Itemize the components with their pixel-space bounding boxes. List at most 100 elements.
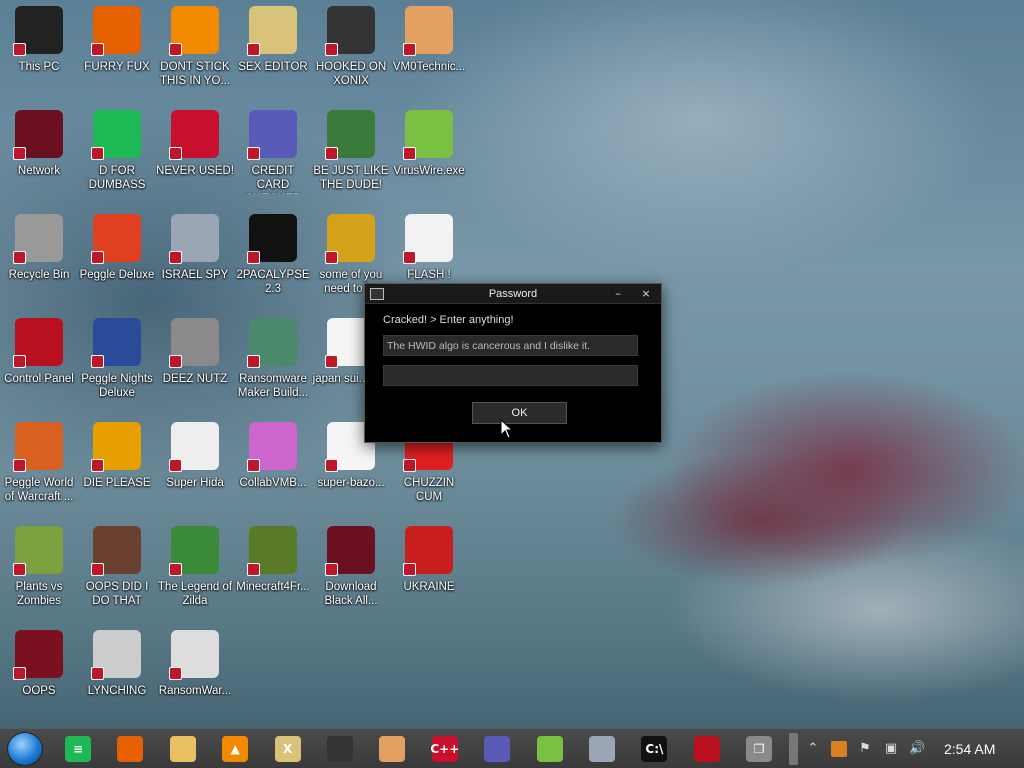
close-button[interactable]: × [637, 286, 655, 302]
desktop-icon[interactable]: DONT STICK THIS IN YO... [156, 6, 234, 106]
desktop-icon[interactable]: DIE PLEASE [78, 422, 156, 522]
tray-app-icon[interactable] [831, 741, 847, 757]
taskbar-control-panel-button[interactable] [687, 731, 727, 767]
desktop-icon[interactable]: RansomWar... [156, 630, 234, 730]
doctor-avatar-icon [379, 736, 406, 762]
taskbar-stacked-windows-button[interactable]: ❐ [739, 731, 779, 767]
clock[interactable]: 2:54 AM [944, 741, 995, 757]
limewire-icon [403, 110, 453, 160]
network-icon[interactable]: ▣ [883, 741, 899, 757]
desktop-icon[interactable]: 2PACALYPSE 2.3 [234, 214, 312, 314]
doctor-avatar-icon [403, 6, 453, 56]
pixel-cat-icon [169, 422, 219, 472]
skull-icon [169, 630, 219, 680]
desktop-icon[interactable]: Super Hida [156, 422, 234, 522]
shortcut-badge-icon [169, 355, 182, 368]
desktop-icon[interactable]: OOPS [0, 630, 78, 730]
desktop-icon[interactable]: VM0Technic... [390, 6, 468, 106]
taskbar-devcpp-button[interactable]: C++ [425, 731, 465, 767]
xonix-icon [325, 6, 375, 56]
desktop-icon[interactable]: BE JUST LIKE THE DUDE! [312, 110, 390, 210]
taskbar-firefox-button[interactable] [110, 731, 150, 767]
desktop-icon[interactable]: The Legend of Zilda [156, 526, 234, 626]
desktop-icon-label: D FOR DUMBASS [88, 165, 146, 191]
taskbar-vlc-cone-button[interactable]: ▲ [215, 731, 255, 767]
desktop-icon[interactable]: NEVER USED! [156, 110, 234, 210]
system-tray: ⌃ ⚑ ▣ 🔊 [800, 729, 930, 768]
desktop-icon[interactable]: Network [0, 110, 78, 210]
recycle-bin-icon [13, 214, 63, 264]
shortcut-badge-icon [13, 667, 26, 680]
desktop-icon-label: Network [17, 165, 61, 177]
shortcut-badge-icon [13, 563, 26, 576]
chevron-up-icon[interactable]: ⌃ [805, 741, 821, 757]
desktop-icon[interactable]: Ransomware Maker Build... [234, 318, 312, 418]
desktop-icon[interactable]: DEEZ NUTZ [156, 318, 234, 418]
desktop-icon[interactable]: Control Panel [0, 318, 78, 418]
desktop-icon[interactable]: HOOKED ON XONIX [312, 6, 390, 106]
desktop-icon[interactable]: FURRY FUX [78, 6, 156, 106]
spotify-like-icon: ≡ [65, 736, 91, 762]
taskbar-remote-desktop-button[interactable] [582, 731, 622, 767]
shortcut-badge-icon [325, 43, 338, 56]
dialog-prompt: Cracked! > Enter anything! [383, 314, 514, 326]
desktop-icon[interactable]: SEX EDITOR [234, 6, 312, 106]
desktop-icon-label: NEVER USED! [156, 165, 234, 177]
shortcut-badge-icon [169, 667, 182, 680]
shortcut-badge-icon [325, 147, 338, 160]
dialog-titlebar[interactable]: Password – × [365, 284, 661, 304]
desktop-icon[interactable]: Peggle Nights Deluxe [78, 318, 156, 418]
desktop-icon[interactable]: UKRAINE [390, 526, 468, 626]
desktop-icon[interactable]: Recycle Bin [0, 214, 78, 314]
desktop-icon-label: CREDIT CARD CHECKER [245, 165, 301, 194]
desktop-icon[interactable]: VirusWire.exe [390, 110, 468, 210]
stacked-windows-icon [169, 318, 219, 368]
desktop-icon[interactable]: This PC [0, 6, 78, 106]
desktop-icon-label: Super Hida [166, 477, 224, 489]
shortcut-badge-icon [403, 251, 416, 264]
taskbar-xonix-button[interactable] [320, 731, 360, 767]
start-button[interactable] [7, 732, 43, 766]
file-explorer-icon [169, 736, 196, 762]
desktop-icon-label: This PC [18, 61, 60, 73]
taskbar-spotify-like-button[interactable]: ≡ [58, 731, 98, 767]
vlc-cone-icon [169, 6, 219, 56]
password-input[interactable] [383, 365, 638, 386]
desktop-icon[interactable]: ISRAEL SPY [156, 214, 234, 314]
hwid-text-field[interactable]: The HWID algo is cancerous and I dislike… [383, 335, 638, 356]
shortcut-badge-icon [13, 251, 26, 264]
taskbar-doctor-avatar-button[interactable] [372, 731, 412, 767]
desktop-icon[interactable]: Minecraft4Fr... [234, 526, 312, 626]
desktop-icon[interactable]: Peggle World of Warcraft ... [0, 422, 78, 522]
taskbar-limewire-button[interactable] [530, 731, 570, 767]
desktop-icon[interactable]: D FOR DUMBASS [78, 110, 156, 210]
shortcut-badge-icon [247, 563, 260, 576]
minimize-button[interactable]: – [609, 286, 627, 302]
desktop-icon[interactable]: Plants vs Zombies [0, 526, 78, 626]
taskbar-credit-card-button[interactable] [477, 731, 517, 767]
minecraft-grass-icon [247, 526, 297, 576]
volume-icon[interactable]: 🔊 [909, 741, 925, 757]
shortcut-badge-icon [13, 355, 26, 368]
taskbar-resize-handle[interactable] [789, 733, 798, 765]
taskbar-terminal-button[interactable]: C:\ [634, 731, 674, 767]
desktop-icon[interactable]: LYNCHING [78, 630, 156, 730]
desktop-icon[interactable]: CollabVMB... [234, 422, 312, 522]
taskbar-hxd-editor-button[interactable]: X [268, 731, 308, 767]
desktop-icon-label: Ransomware Maker Build... [237, 373, 309, 399]
desktop-icon[interactable]: CREDIT CARD CHECKER [234, 110, 312, 210]
radiation-icon [403, 526, 453, 576]
limewire-icon [536, 736, 563, 762]
ok-button[interactable]: OK [472, 402, 567, 424]
desktop-icon[interactable]: OOPS DID I DO THAT [78, 526, 156, 626]
taskbar-file-explorer-button[interactable] [163, 731, 203, 767]
devcpp-icon [169, 110, 219, 160]
shortcut-badge-icon [247, 251, 260, 264]
shortcut-badge-icon [169, 147, 182, 160]
firefox-icon [91, 6, 141, 56]
desktop-icon-label: OOPS [22, 685, 56, 697]
desktop-icon[interactable]: Peggle Deluxe [78, 214, 156, 314]
firefox-icon [117, 736, 144, 762]
desktop-icon[interactable]: Download Black All... [312, 526, 390, 626]
flag-icon[interactable]: ⚑ [857, 741, 873, 757]
